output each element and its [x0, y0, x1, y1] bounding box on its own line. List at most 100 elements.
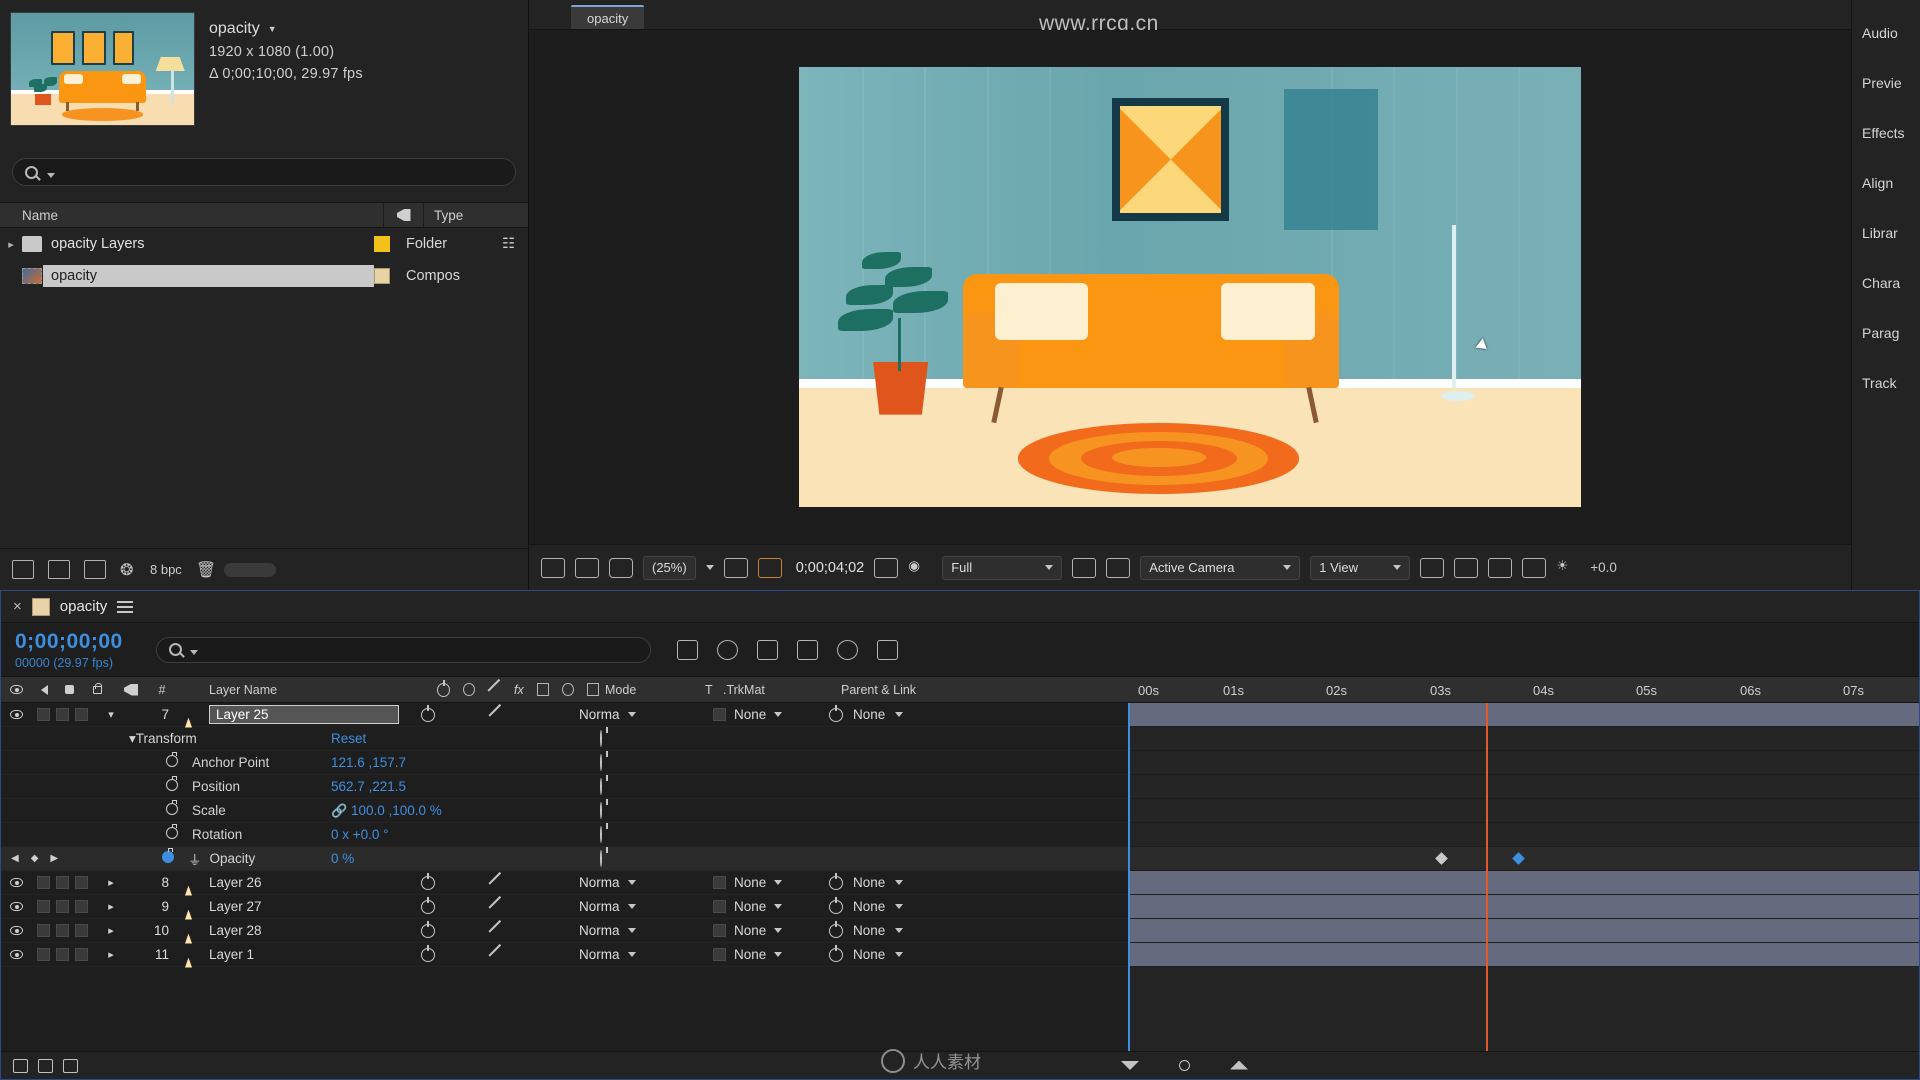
column-header-trkmat[interactable]: .TrkMat	[723, 677, 833, 702]
property-value[interactable]: 100.0 ,100.0 %	[351, 803, 442, 818]
column-header-t[interactable]: T	[699, 677, 723, 702]
chevron-down-icon[interactable]	[895, 880, 904, 885]
layer-parent-value[interactable]: None	[853, 947, 885, 962]
adjustment-layer-toggle[interactable]	[489, 876, 503, 890]
dock-tab-preview[interactable]: Previe	[1852, 58, 1920, 108]
chevron-down-icon[interactable]	[895, 904, 904, 909]
mask-toggle-icon[interactable]	[1106, 557, 1131, 578]
parent-pick-whip-icon[interactable]	[829, 944, 843, 962]
audio-toggle[interactable]	[37, 924, 50, 937]
render-queue-icon[interactable]	[38, 1058, 53, 1073]
video-visibility-toggle[interactable]	[9, 902, 23, 911]
parent-pick-whip-icon[interactable]	[600, 754, 602, 771]
timeline-layer-bar[interactable]	[1128, 895, 1919, 919]
link-chain-icon[interactable]: 🔗	[331, 803, 347, 818]
layer-disclosure-icon[interactable]: ▸	[99, 876, 123, 889]
property-row-scale[interactable]: Scale 🔗 100.0 ,100.0 %	[1, 799, 1128, 823]
composition-stage[interactable]	[529, 30, 1851, 544]
bit-depth-label[interactable]: 8 bpc	[150, 562, 182, 577]
dock-tab-effects[interactable]: Effects	[1852, 108, 1920, 158]
audio-toggle[interactable]	[37, 948, 50, 961]
layer-trkmat-value[interactable]: None	[734, 875, 766, 890]
column-header-mode[interactable]: Mode	[599, 677, 699, 702]
parent-pick-whip-icon[interactable]	[421, 920, 435, 938]
stopwatch-icon[interactable]	[166, 824, 178, 839]
layer-trkmat-value[interactable]: None	[734, 899, 766, 914]
chevron-down-icon[interactable]	[895, 928, 904, 933]
lock-toggle[interactable]	[75, 876, 88, 889]
audio-toggle[interactable]	[37, 900, 50, 913]
timeline-search-field[interactable]	[156, 636, 651, 663]
region-of-interest-icon[interactable]	[757, 557, 782, 578]
property-row-rotation[interactable]: Rotation 0 x +0.0 °	[1, 823, 1128, 847]
exposure-icon[interactable]: ☀	[1556, 558, 1580, 578]
timeline-layer-bar[interactable]	[1128, 871, 1919, 895]
parent-pick-whip-icon[interactable]	[600, 802, 602, 819]
flowchart-icon[interactable]	[1522, 557, 1547, 578]
pixel-aspect-icon[interactable]	[1420, 557, 1445, 578]
timeline-layer-row[interactable]: ▸ 8 Layer 26 Norma None None	[1, 871, 1128, 895]
parent-pick-whip-icon[interactable]	[421, 872, 435, 890]
parent-pick-whip-icon[interactable]	[600, 730, 602, 747]
zoom-level-select[interactable]: (25%)	[643, 555, 696, 580]
item-color-swatch[interactable]	[374, 268, 390, 284]
zoom-out-icon[interactable]	[1121, 1061, 1139, 1070]
layer-disclosure-icon[interactable]: ▸	[99, 900, 123, 913]
layer-mode-value[interactable]: Norma	[579, 875, 620, 890]
keyframe-marker[interactable]	[1512, 852, 1525, 865]
timeline-layer-row[interactable]: ▸ 11 Layer 1 Norma None None	[1, 943, 1128, 967]
motion-blur-icon[interactable]	[837, 639, 858, 660]
delete-icon[interactable]: 🗑	[196, 560, 216, 579]
video-visibility-toggle[interactable]	[9, 710, 23, 719]
grid-guides-icon[interactable]	[723, 557, 748, 578]
parent-pick-whip-icon[interactable]	[829, 920, 843, 938]
project-item-folder[interactable]: ▸ opacity Layers Folder ☷	[0, 228, 528, 260]
lock-toggle[interactable]	[75, 900, 88, 913]
adjustment-layer-toggle[interactable]	[489, 708, 503, 722]
lock-toggle[interactable]	[75, 708, 88, 721]
adjustment-layer-toggle[interactable]	[489, 900, 503, 914]
current-time-value[interactable]: 0;00;00;00	[15, 630, 156, 654]
dock-tab-paragraph[interactable]: Parag	[1852, 308, 1920, 358]
frame-blending-icon[interactable]	[797, 639, 818, 660]
parent-pick-whip-icon[interactable]	[421, 704, 435, 722]
timeline-property-track[interactable]	[1128, 751, 1919, 775]
current-time-display[interactable]: 0;00;00;00 00000 (29.97 fps)	[1, 630, 156, 670]
chevron-down-icon[interactable]	[627, 928, 636, 933]
next-keyframe-icon[interactable]: ▶	[50, 853, 58, 864]
new-composition-icon[interactable]	[84, 560, 106, 579]
chevron-down-icon[interactable]	[627, 952, 636, 957]
property-row-opacity[interactable]: ◀ ◆ ▶ ⏚ Opacity 0 %	[1, 847, 1128, 871]
parent-pick-whip-icon[interactable]	[829, 896, 843, 914]
lock-toggle[interactable]	[75, 948, 88, 961]
timeline-tab-label[interactable]: opacity	[60, 598, 108, 615]
timeline-track-area[interactable]	[1128, 703, 1919, 1051]
parent-pick-whip-icon[interactable]	[829, 872, 843, 890]
current-time-indicator[interactable]	[1486, 703, 1488, 1051]
property-value[interactable]: 121.6 ,157.7	[331, 755, 581, 770]
timeline-search-input[interactable]	[203, 642, 650, 657]
layer-parent-value[interactable]: None	[853, 707, 885, 722]
layer-trkmat-value[interactable]: None	[734, 923, 766, 938]
layer-trkmat-value[interactable]: None	[734, 947, 766, 962]
stopwatch-icon[interactable]	[166, 752, 178, 767]
zoom-slider-handle[interactable]	[1179, 1059, 1190, 1071]
parent-pick-whip-icon[interactable]	[421, 896, 435, 914]
timeline-layer-bar[interactable]	[1128, 703, 1919, 727]
monitor-icon[interactable]	[575, 557, 599, 578]
layer-mode-value[interactable]: Norma	[579, 923, 620, 938]
keyframe-navigator-icon[interactable]: ◆	[31, 853, 39, 864]
dock-tab-character[interactable]: Chara	[1852, 258, 1920, 308]
property-row-position[interactable]: Position 562.7 ,221.5	[1, 775, 1128, 799]
chevron-down-icon[interactable]	[627, 712, 636, 717]
parent-pick-whip-icon[interactable]	[600, 826, 602, 843]
graph-icon[interactable]: ⏚	[188, 849, 202, 869]
parent-pick-whip-icon[interactable]	[600, 850, 602, 867]
lock-toggle[interactable]	[75, 924, 88, 937]
timeline-opacity-track[interactable]	[1128, 847, 1919, 871]
timeline-layer-row[interactable]: ▾ 7 Layer 25 Norma None None	[1, 703, 1128, 727]
viewer-timecode[interactable]: 0;00;04;02	[796, 560, 865, 576]
solo-toggle[interactable]	[56, 876, 69, 889]
layer-name[interactable]: Layer 26	[205, 875, 411, 890]
previous-keyframe-icon[interactable]: ◀	[11, 853, 19, 864]
